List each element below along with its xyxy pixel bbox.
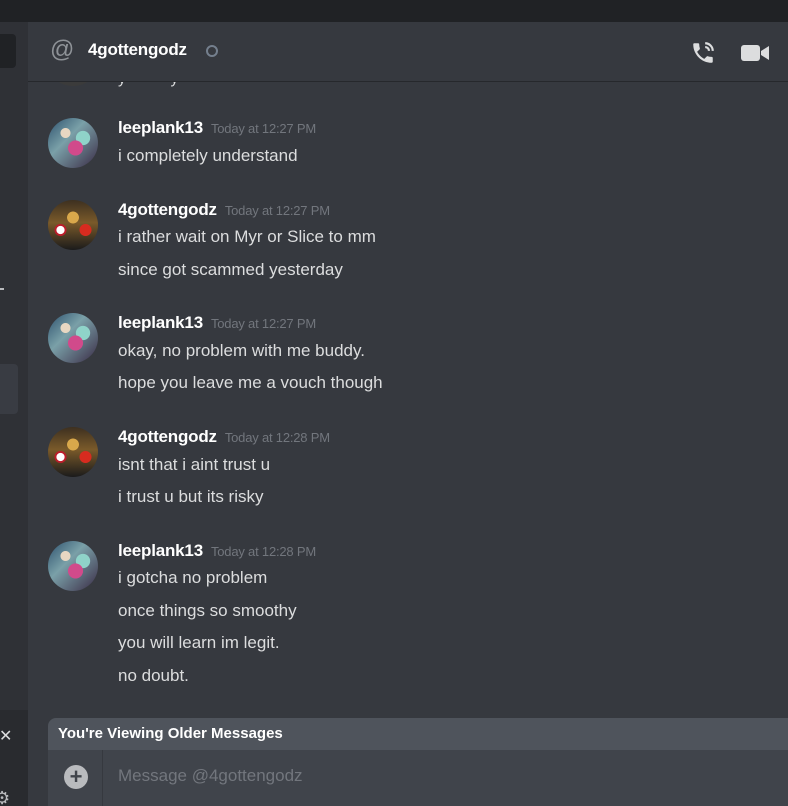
message-author[interactable]: 4gottengodz Today at 12:27 PM xyxy=(118,200,330,220)
older-messages-banner[interactable]: You're Viewing Older Messages xyxy=(48,718,788,750)
message-author[interactable]: leeplank13 Today at 12:27 PM xyxy=(118,313,316,333)
message-text: i rather wait on Myr or Slice to mm xyxy=(118,227,376,246)
add-attachment-icon[interactable]: + xyxy=(64,765,88,789)
message-text: since got scammed yesterday xyxy=(118,260,343,279)
message-text: i trust u but its risky xyxy=(118,487,264,506)
channel-title: 4gottengodz xyxy=(88,40,187,59)
older-messages-label: You're Viewing Older Messages xyxy=(58,725,283,742)
avatar[interactable] xyxy=(48,313,98,363)
close-icon[interactable]: ✕ xyxy=(0,726,12,746)
avatar[interactable] xyxy=(48,427,98,477)
dm-sidebar: ✕ ⚙ xyxy=(0,22,28,806)
avatar[interactable] xyxy=(48,200,98,250)
message-timestamp: Today at 12:27 PM xyxy=(210,316,316,331)
sidebar-divider xyxy=(0,288,4,290)
message-timestamp: Today at 12:27 PM xyxy=(210,121,316,136)
message-input[interactable]: Message @4gottengodz xyxy=(118,766,303,786)
avatar[interactable] xyxy=(48,118,98,168)
message-text: okay, no problem with me buddy. xyxy=(118,341,365,360)
window-top-bar xyxy=(0,0,788,22)
gear-icon[interactable]: ⚙ xyxy=(0,788,10,806)
message-text: i gotcha no problem xyxy=(118,568,268,587)
message-timestamp: Today at 12:28 PM xyxy=(224,430,330,445)
message-author[interactable]: leeplank13 Today at 12:27 PM xyxy=(118,118,316,138)
at-sign-icon: @ xyxy=(50,36,75,63)
avatar[interactable] xyxy=(48,541,98,591)
composer-divider xyxy=(102,750,103,806)
message-text: you will learn im legit. xyxy=(118,633,280,652)
message-text: hope you leave me a vouch though xyxy=(118,373,383,392)
clipped-message-text: y y xyxy=(118,82,178,88)
sidebar-selected-dm[interactable] xyxy=(0,364,18,414)
message-text: isnt that i aint trust u xyxy=(118,455,271,474)
message-author[interactable]: leeplank13 Today at 12:28 PM xyxy=(118,541,316,561)
message-timestamp: Today at 12:28 PM xyxy=(210,544,316,559)
channel-header: @ 4gottengodz xyxy=(28,22,788,82)
message-text: once things so smoothy xyxy=(118,601,297,620)
avatar[interactable] xyxy=(48,82,98,86)
message-text: i completely understand xyxy=(118,146,298,165)
message-list: y y leeplank13Today at 12:27 PM i comple… xyxy=(28,82,788,718)
phone-call-icon[interactable] xyxy=(690,40,716,66)
status-offline-icon xyxy=(206,45,218,57)
message-composer: + Message @4gottengodz xyxy=(48,750,788,806)
message-author[interactable]: 4gottengodz Today at 12:28 PM xyxy=(118,427,330,447)
sidebar-search-input[interactable] xyxy=(0,34,16,68)
message-text: no doubt. xyxy=(118,666,189,685)
video-camera-icon[interactable] xyxy=(740,42,770,64)
message-timestamp: Today at 12:27 PM xyxy=(224,203,330,218)
